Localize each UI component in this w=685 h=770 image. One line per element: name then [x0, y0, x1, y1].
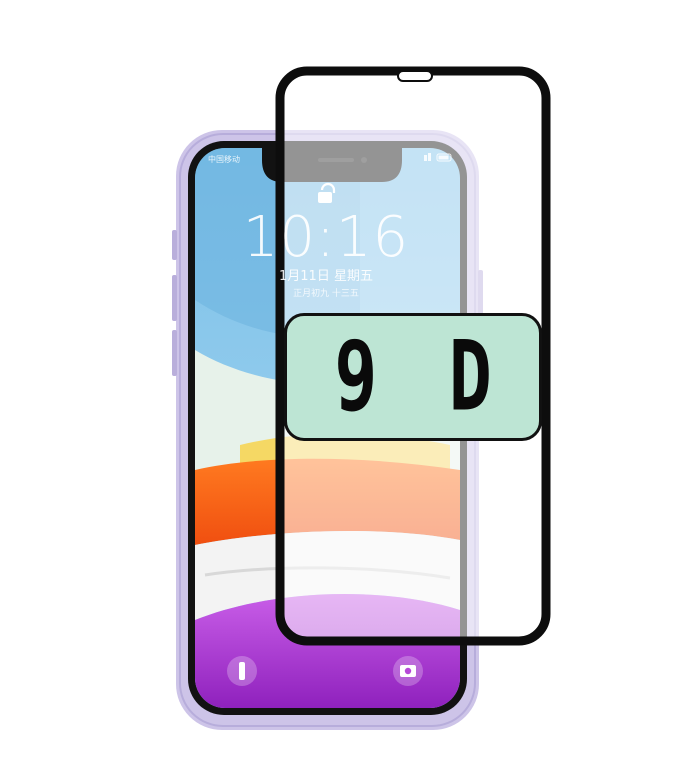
lock-screen-date: 1月11日 星期五 — [279, 269, 373, 284]
product-image: 中国移动 10:16 1月11日 星期五 正月初九 十三五 9 D — [0, 0, 685, 770]
carrier-label: 中国移动 — [208, 155, 240, 164]
lock-screen-subtitle: 正月初九 十三五 — [293, 289, 359, 299]
9d-badge: 9 D — [284, 313, 542, 441]
badge-label: 9 D — [334, 320, 506, 433]
lock-screen-time: 10:16 — [242, 205, 410, 270]
flashlight-icon[interactable] — [227, 656, 257, 686]
camera-icon[interactable] — [393, 656, 423, 686]
